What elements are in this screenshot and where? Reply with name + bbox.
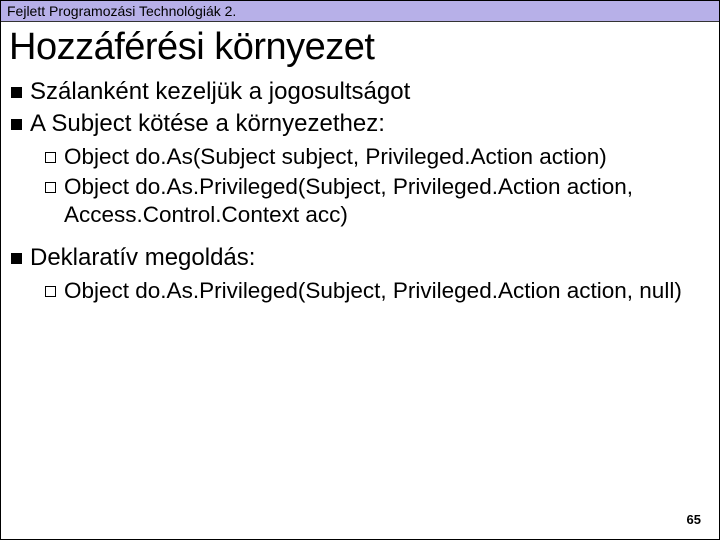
bullet-text: Deklaratív megoldás: bbox=[30, 243, 255, 273]
square-bullet-icon bbox=[11, 253, 22, 264]
page-number: 65 bbox=[687, 512, 701, 527]
bullet-level2: Object do.As.Privileged(Subject, Privile… bbox=[45, 173, 709, 229]
hollow-bullet-icon bbox=[45, 286, 56, 297]
sublist: Object do.As.Privileged(Subject, Privile… bbox=[11, 277, 709, 305]
bullet-level1: Szálanként kezeljük a jogosultságot bbox=[11, 77, 709, 107]
course-title: Fejlett Programozási Technológiák 2. bbox=[7, 3, 236, 19]
bullet-text: Object do.As(Subject subject, Privileged… bbox=[64, 143, 607, 171]
content-area: Szálanként kezeljük a jogosultságot A Su… bbox=[1, 77, 719, 306]
square-bullet-icon bbox=[11, 87, 22, 98]
square-bullet-icon bbox=[11, 119, 22, 130]
sublist: Object do.As(Subject subject, Privileged… bbox=[11, 143, 709, 229]
bullet-text: Szálanként kezeljük a jogosultságot bbox=[30, 77, 410, 107]
hollow-bullet-icon bbox=[45, 152, 56, 163]
bullet-text: A Subject kötése a környezethez: bbox=[30, 109, 385, 139]
hollow-bullet-icon bbox=[45, 182, 56, 193]
slide-title: Hozzáférési környezet bbox=[1, 22, 719, 77]
bullet-level2: Object do.As(Subject subject, Privileged… bbox=[45, 143, 709, 171]
bullet-level1: Deklaratív megoldás: bbox=[11, 243, 709, 273]
header-bar: Fejlett Programozási Technológiák 2. bbox=[1, 1, 719, 22]
bullet-level1: A Subject kötése a környezethez: bbox=[11, 109, 709, 139]
bullet-level2: Object do.As.Privileged(Subject, Privile… bbox=[45, 277, 709, 305]
bullet-text: Object do.As.Privileged(Subject, Privile… bbox=[64, 277, 682, 305]
bullet-text: Object do.As.Privileged(Subject, Privile… bbox=[64, 173, 709, 229]
